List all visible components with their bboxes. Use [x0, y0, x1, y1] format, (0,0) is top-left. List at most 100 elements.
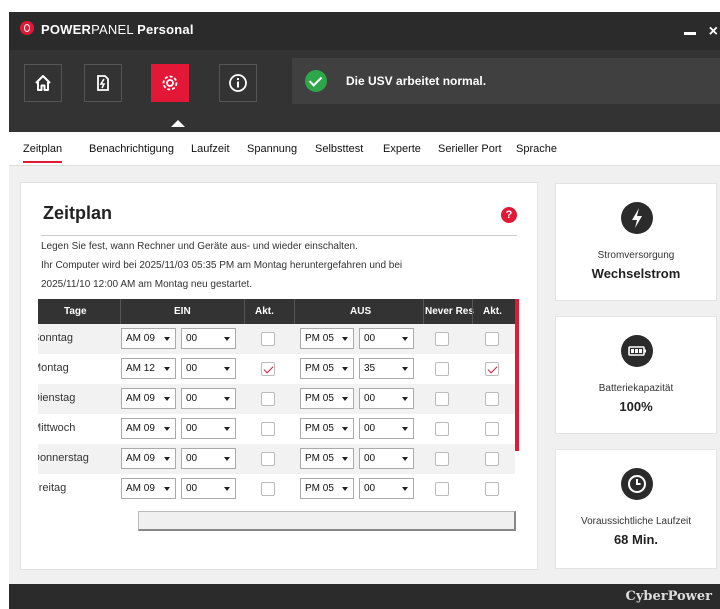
home-icon — [35, 75, 51, 91]
close-button[interactable]: × — [709, 23, 718, 41]
on-hour-select[interactable]: AM 09 — [121, 328, 176, 349]
table-header: Tage EIN Akt. AUS Never Res Akt. — [38, 299, 519, 324]
on-hour-select[interactable]: AM 09 — [121, 478, 176, 499]
never-restart-checkbox[interactable] — [435, 362, 449, 376]
description-line: 2025/11/10 12:00 AM am Montag neu gestar… — [41, 279, 253, 290]
off-minute-select[interactable]: 00 — [359, 328, 414, 349]
off-minute-select[interactable]: 00 — [359, 418, 414, 439]
table-row: Freitag AM 09 00 PM 05 00 — [38, 474, 515, 504]
off-hour-select[interactable]: PM 05 — [300, 328, 354, 349]
off-hour-select[interactable]: PM 05 — [300, 478, 354, 499]
description-line: Legen Sie fest, wann Rechner und Geräte … — [41, 241, 358, 252]
power-source-card: Stromversorgung Wechselstrom — [555, 183, 717, 301]
status-text: Die USV arbeitet normal. — [346, 74, 487, 88]
never-restart-checkbox[interactable] — [435, 422, 449, 436]
never-restart-checkbox[interactable] — [435, 332, 449, 346]
off-minute-select[interactable]: 00 — [359, 478, 414, 499]
off-hour-select[interactable]: PM 05 — [300, 418, 354, 439]
home-button[interactable] — [24, 64, 62, 102]
info-icon — [229, 74, 247, 92]
on-active-checkbox[interactable] — [261, 332, 275, 346]
schedule-panel: Zeitplan ? Legen Sie fest, wann Rechner … — [20, 182, 538, 570]
toolbar: Die USV arbeitet normal. — [9, 50, 720, 132]
on-minute-select[interactable]: 00 — [181, 448, 236, 469]
table-row: Montag AM 12 00 PM 05 35 — [38, 354, 515, 384]
day-label: Montag — [38, 362, 69, 374]
power-icon — [97, 75, 109, 91]
footer: CyberPower — [9, 584, 720, 609]
tab-selbsttest[interactable]: Selbsttest — [315, 143, 363, 155]
never-restart-checkbox[interactable] — [435, 392, 449, 406]
on-hour-select[interactable]: AM 09 — [121, 448, 176, 469]
power-status-button[interactable] — [84, 64, 122, 102]
off-active-checkbox[interactable] — [485, 362, 499, 376]
off-active-checkbox[interactable] — [485, 422, 499, 436]
runtime-label: Voraussichtliche Laufzeit — [580, 516, 692, 527]
off-active-checkbox[interactable] — [485, 332, 499, 346]
help-icon[interactable]: ? — [501, 207, 517, 223]
on-active-checkbox[interactable] — [261, 362, 275, 376]
power-logo-icon — [20, 21, 34, 35]
on-active-checkbox[interactable] — [261, 392, 275, 406]
battery-label: Batteriekapazität — [598, 383, 674, 394]
on-minute-select[interactable]: 00 — [181, 478, 236, 499]
runtime-card: Voraussichtliche Laufzeit 68 Min. — [555, 449, 717, 569]
description-line: Ihr Computer wird bei 2025/11/03 05:35 P… — [41, 260, 403, 271]
off-hour-select[interactable]: PM 05 — [300, 448, 354, 469]
on-active-checkbox[interactable] — [261, 452, 275, 466]
header-act-on: Akt. — [255, 306, 274, 317]
on-minute-select[interactable]: 00 — [181, 358, 236, 379]
clock-icon — [621, 468, 653, 500]
day-label: Mittwoch — [38, 422, 76, 434]
off-minute-select[interactable]: 00 — [359, 448, 414, 469]
schedule-description: Legen Sie fest, wann Rechner und Geräte … — [41, 241, 521, 291]
tab-sprache[interactable]: Sprache — [516, 143, 557, 155]
table-row: Dienstag AM 09 00 PM 05 00 — [38, 384, 515, 414]
power-source-value: Wechselstrom — [591, 266, 681, 281]
runtime-value: 68 Min. — [613, 532, 659, 547]
header-act-off: Akt. — [483, 306, 502, 317]
on-active-checkbox[interactable] — [261, 422, 275, 436]
page-title: Zeitplan — [43, 203, 113, 223]
tab-zeitplan[interactable]: Zeitplan — [23, 143, 63, 163]
settings-icon — [162, 75, 178, 91]
tab-experte[interactable]: Experte — [383, 143, 421, 155]
on-hour-select[interactable]: AM 12 — [121, 358, 176, 379]
on-hour-select[interactable]: AM 09 — [121, 388, 176, 409]
header-off: AUS — [350, 306, 372, 317]
day-label: Dienstag — [38, 392, 76, 404]
vertical-scrollbar[interactable] — [515, 299, 519, 451]
off-hour-select[interactable]: PM 05 — [300, 358, 354, 379]
minimize-button[interactable] — [684, 32, 696, 35]
tab-serieller-port[interactable]: Serieller Port — [438, 143, 502, 155]
info-button[interactable] — [219, 64, 257, 102]
table-row: Donnerstag AM 09 00 PM 05 00 — [38, 444, 515, 474]
tab-laufzeit[interactable]: Laufzeit — [191, 143, 230, 155]
tab-spannung[interactable]: Spannung — [247, 143, 297, 155]
on-hour-select[interactable]: AM 09 — [121, 418, 176, 439]
horizontal-scrollbar[interactable] — [138, 511, 516, 531]
table-row: Sonntag AM 09 00 PM 05 00 — [38, 324, 515, 354]
settings-button[interactable] — [151, 64, 189, 102]
on-minute-select[interactable]: 00 — [181, 418, 236, 439]
never-restart-checkbox[interactable] — [435, 482, 449, 496]
divider — [41, 235, 517, 236]
on-active-checkbox[interactable] — [261, 482, 275, 496]
battery-value: 100% — [619, 399, 653, 414]
off-hour-select[interactable]: PM 05 — [300, 388, 354, 409]
active-tab-pointer — [171, 120, 185, 127]
on-minute-select[interactable]: 00 — [181, 388, 236, 409]
title-bar: POWERPANEL Personal × — [9, 12, 720, 50]
tab-benachrichtigung[interactable]: Benachrichtigung — [89, 143, 174, 155]
off-minute-select[interactable]: 35 — [359, 358, 414, 379]
off-active-checkbox[interactable] — [485, 482, 499, 496]
never-restart-checkbox[interactable] — [435, 452, 449, 466]
table-row: Mittwoch AM 09 00 PM 05 00 — [38, 414, 515, 444]
off-active-checkbox[interactable] — [485, 392, 499, 406]
day-label: Sonntag — [38, 332, 73, 344]
app-title: POWERPANEL Personal — [41, 22, 194, 37]
on-minute-select[interactable]: 00 — [181, 328, 236, 349]
content-area: Zeitplan ? Legen Sie fest, wann Rechner … — [9, 166, 720, 584]
off-minute-select[interactable]: 00 — [359, 388, 414, 409]
off-active-checkbox[interactable] — [485, 452, 499, 466]
